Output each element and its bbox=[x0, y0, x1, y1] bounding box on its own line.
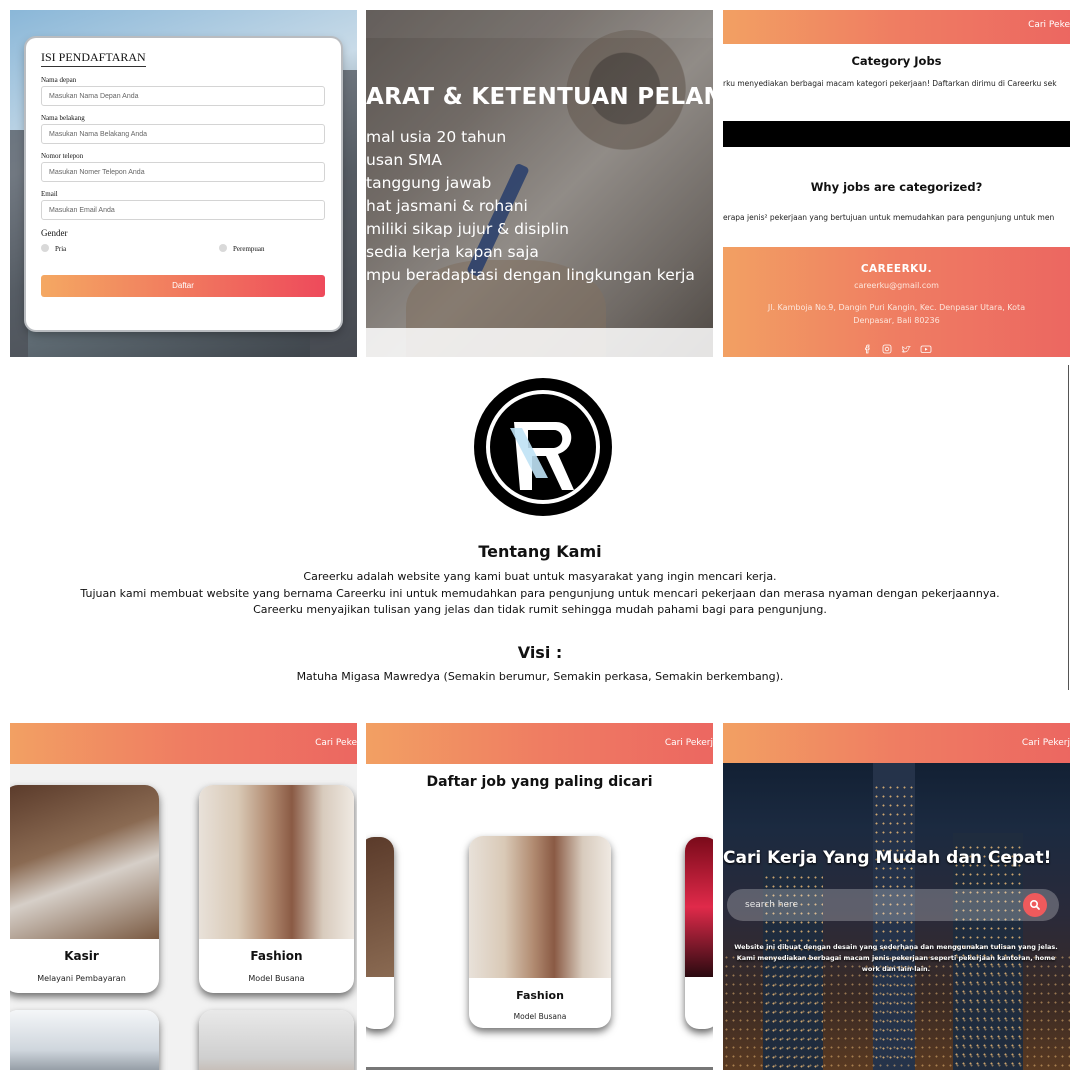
about-section: Tentang Kami Careerku adalah website yan… bbox=[0, 365, 1080, 695]
first-name-label: Nama depan bbox=[41, 76, 77, 84]
form-title: ISI PENDAFTARAN bbox=[41, 50, 146, 67]
search-icon bbox=[1030, 900, 1040, 910]
job-title: Kasir bbox=[64, 949, 99, 963]
nav-link-cari-pekerjaan[interactable]: Cari Pekerj bbox=[665, 738, 713, 748]
instagram-icon[interactable] bbox=[882, 339, 892, 354]
why-text: erapa jenis² pekerjaan yang bertujuan un… bbox=[723, 213, 1055, 222]
first-name-field[interactable]: Masukan Nama Depan Anda bbox=[41, 86, 325, 106]
category-text: rku menyediakan berbagai macam kategori … bbox=[723, 79, 1057, 88]
category-title: Category Jobs bbox=[851, 54, 942, 68]
requirement-item: mal usia 20 tahun bbox=[366, 128, 507, 146]
last-name-label: Nama belakang bbox=[41, 114, 85, 122]
requirements-screenshot: ARAT & KETENTUAN PELAM mal usia 20 tahun… bbox=[366, 10, 713, 357]
search-button[interactable] bbox=[1023, 893, 1047, 917]
youtube-icon[interactable] bbox=[920, 339, 932, 353]
job-subtitle: Melayani Pembayaran bbox=[37, 974, 126, 983]
job-title: Fashion bbox=[516, 989, 564, 1002]
scroll-edge-line bbox=[1068, 365, 1069, 690]
about-line: Tujuan kami membuat website yang bernama… bbox=[80, 587, 1000, 600]
header-bar: Cari Pekerj bbox=[366, 723, 713, 764]
job-photo bbox=[199, 1010, 354, 1070]
footer: CAREERKU. careerku@gmail.com Jl. Kamboja… bbox=[723, 247, 1070, 357]
requirement-item: sedia kerja kapan saja bbox=[366, 243, 539, 261]
job-photo bbox=[10, 785, 159, 939]
black-divider bbox=[723, 121, 1070, 147]
header-bar: Cari Peke bbox=[10, 723, 357, 764]
twitter-icon[interactable] bbox=[901, 339, 911, 353]
hero-title: Cari Kerja Yang Mudah dan Cepat! bbox=[723, 848, 1052, 868]
search-input[interactable]: search here bbox=[727, 889, 1059, 921]
carousel-card-fashion[interactable]: Fashion Model Busana bbox=[469, 836, 611, 1028]
visi-text: Matuha Migasa Mawredya (Semakin berumur,… bbox=[296, 670, 784, 683]
last-name-field[interactable]: Masukan Nama Belakang Anda bbox=[41, 124, 325, 144]
registration-screenshot: ISI PENDAFTARAN Nama depan Masukan Nama … bbox=[10, 10, 357, 357]
about-title: Tentang Kami bbox=[478, 542, 602, 561]
nav-link-cari-pekerjaan[interactable]: Cari Peke bbox=[1028, 20, 1070, 30]
requirement-item: mpu beradaptasi dengan lingkungan kerja bbox=[366, 266, 695, 284]
careerku-logo bbox=[474, 378, 612, 516]
header-bar: Cari Peke bbox=[723, 10, 1070, 44]
email-field[interactable]: Masukan Email Anda bbox=[41, 200, 325, 220]
registration-form: ISI PENDAFTARAN Nama depan Masukan Nama … bbox=[26, 38, 341, 330]
email-label: Email bbox=[41, 190, 58, 198]
gender-radio-male[interactable]: Pria bbox=[41, 244, 66, 253]
search-placeholder: search here bbox=[745, 900, 799, 910]
nav-link-cari-pekerjaan[interactable]: Cari Peke bbox=[315, 738, 357, 748]
facebook-icon[interactable] bbox=[863, 339, 873, 354]
footer-email[interactable]: careerku@gmail.com bbox=[723, 281, 1070, 290]
carousel-card-next[interactable] bbox=[685, 837, 713, 1029]
requirements-heading: ARAT & KETENTUAN PELAM bbox=[366, 84, 713, 110]
radio-icon bbox=[41, 244, 49, 252]
job-photo bbox=[10, 1010, 159, 1070]
gender-radio-female[interactable]: Perempuan bbox=[219, 244, 265, 253]
top-band bbox=[366, 10, 713, 38]
requirement-item: usan SMA bbox=[366, 151, 442, 169]
job-card[interactable] bbox=[199, 1010, 354, 1070]
job-photo bbox=[199, 785, 354, 939]
bottom-divider bbox=[366, 1067, 713, 1070]
footer-brand: CAREERKU. bbox=[860, 263, 933, 275]
gender-option-label: Pria bbox=[55, 245, 67, 253]
job-subtitle: Model Busana bbox=[248, 974, 305, 983]
gender-option-label: Perempuan bbox=[233, 245, 265, 253]
job-photo bbox=[366, 837, 394, 977]
requirement-item: hat jasmani & rohani bbox=[366, 197, 528, 215]
footer-address: Jl. Kamboja No.9, Dangin Puri Kangin, Ke… bbox=[767, 303, 1026, 325]
requirement-item: tanggung jawab bbox=[366, 174, 492, 192]
phone-label: Nomor telepon bbox=[41, 152, 84, 160]
job-title: Fashion bbox=[250, 949, 303, 963]
popular-title: Daftar job yang paling dicari bbox=[426, 774, 653, 790]
job-subtitle: Model Busana bbox=[513, 1012, 567, 1021]
about-line: Careerku adalah website yang kami buat u… bbox=[303, 570, 777, 583]
social-links bbox=[723, 339, 1070, 357]
header-bar: Cari Pekerj bbox=[723, 723, 1070, 763]
gender-label: Gender bbox=[41, 228, 68, 238]
job-photo bbox=[469, 836, 611, 978]
category-screenshot: Cari Peke Category Jobs rku menyediakan … bbox=[723, 10, 1070, 357]
job-card-fashion[interactable]: Fashion Model Busana bbox=[199, 785, 354, 993]
jobs-grid-screenshot: Cari Peke Kasir Melayani Pembayaran Fash… bbox=[10, 723, 357, 1070]
about-line: Careerku menyajikan tulisan yang jelas d… bbox=[253, 603, 827, 616]
hero-screenshot: Cari Pekerj Cari Kerja Yang Mudah dan Ce… bbox=[723, 723, 1070, 1070]
hero-description: Website ini dibuat dengan desain yang se… bbox=[734, 943, 1058, 973]
bottom-band bbox=[366, 328, 713, 357]
requirement-item: miliki sikap jujur & disiplin bbox=[366, 220, 569, 238]
register-button[interactable]: Daftar bbox=[41, 275, 325, 297]
carousel-card-prev[interactable] bbox=[366, 837, 394, 1029]
job-photo bbox=[685, 837, 713, 977]
phone-field[interactable]: Masukan Nomer Telepon Anda bbox=[41, 162, 325, 182]
nav-link-cari-pekerjaan[interactable]: Cari Pekerj bbox=[1022, 738, 1070, 748]
radio-icon bbox=[219, 244, 227, 252]
job-card-kasir[interactable]: Kasir Melayani Pembayaran bbox=[10, 785, 159, 993]
visi-title: Visi : bbox=[517, 643, 563, 662]
job-card[interactable] bbox=[10, 1010, 159, 1070]
popular-jobs-screenshot: Cari Pekerj Daftar job yang paling dicar… bbox=[366, 723, 713, 1070]
requirements-list: mal usia 20 tahun usan SMA tanggung jawa… bbox=[366, 126, 695, 287]
why-title: Why jobs are categorized? bbox=[810, 180, 983, 194]
